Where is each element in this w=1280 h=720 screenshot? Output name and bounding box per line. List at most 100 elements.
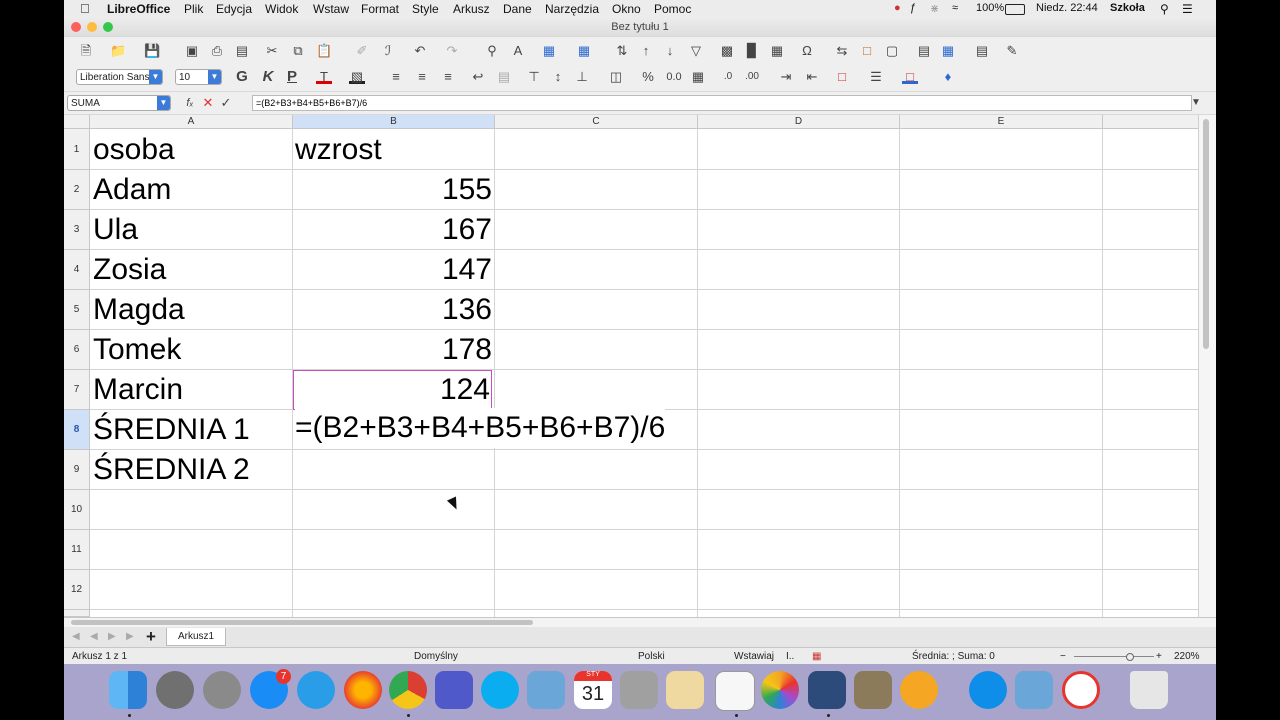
cell-a8[interactable]: ŚREDNIA 1 [93, 410, 250, 450]
expand-formula-icon[interactable]: ▼ [1188, 95, 1204, 111]
cell-b7[interactable]: 124 [293, 370, 492, 410]
row-header[interactable]: 11 [64, 530, 90, 570]
column-header-c[interactable]: C [495, 115, 698, 129]
cell-a2[interactable]: Adam [93, 170, 171, 210]
sort-icon[interactable]: ⇅ [614, 43, 630, 59]
cell-a9[interactable]: ŚREDNIA 2 [93, 450, 250, 490]
cell-a7[interactable]: Marcin [93, 370, 183, 410]
cell-a4[interactable]: Zosia [93, 250, 166, 290]
apple-icon[interactable]:  [80, 1, 90, 16]
system-preferences-icon[interactable] [156, 671, 194, 709]
italic-icon[interactable]: K [260, 69, 276, 85]
menu-plik[interactable]: Plik [184, 2, 203, 16]
preview-image-icon[interactable] [1015, 671, 1053, 709]
row-icon[interactable]: ▦ [541, 43, 557, 59]
zoom-slider-thumb[interactable] [1126, 653, 1134, 661]
row-header[interactable]: 12 [64, 570, 90, 610]
column-header-b[interactable]: B [293, 115, 495, 129]
battery-icon[interactable] [1005, 4, 1025, 15]
clock[interactable]: Niedz. 22:44 [1036, 2, 1098, 14]
save-icon[interactable]: 💾 [144, 43, 160, 59]
cell-a1[interactable]: osoba [93, 130, 175, 170]
menu-style[interactable]: Style [412, 2, 439, 16]
font-color-icon[interactable]: T [316, 69, 332, 84]
calculator-icon[interactable] [620, 671, 658, 709]
selection-mode-icon[interactable]: I.. [786, 651, 794, 662]
autofilter-icon[interactable]: ▽ [688, 43, 704, 59]
row-header[interactable]: 4 [64, 250, 90, 290]
select-all-corner[interactable] [64, 115, 90, 129]
teamviewer-icon[interactable] [969, 671, 1007, 709]
merge-cells-icon[interactable]: ▤ [496, 69, 512, 85]
new-document-icon[interactable]: 🗎 [78, 43, 94, 59]
special-character-icon[interactable]: Ω [799, 43, 815, 59]
trash-icon[interactable] [1130, 671, 1168, 709]
formula-input[interactable]: =(B2+B3+B4+B5+B6+B7)/6 [252, 95, 1192, 111]
number-format-icon[interactable]: 0.0 [666, 69, 682, 85]
row-header[interactable]: 7 [64, 370, 90, 410]
border-color-icon[interactable]: □ [902, 69, 918, 84]
clear-formatting-icon[interactable]: ℐ [380, 43, 396, 59]
sort-ascending-icon[interactable]: ↑ [638, 43, 654, 59]
menu-format[interactable]: Format [361, 2, 399, 16]
minimize-window-button[interactable] [87, 22, 97, 32]
wifi-icon[interactable]: ≈ [952, 2, 958, 14]
insert-mode[interactable]: Wstawiaj [734, 651, 774, 662]
finder-icon[interactable] [109, 671, 147, 709]
cell-b1[interactable]: wzrost [295, 130, 382, 170]
row-header[interactable]: 8 [64, 410, 90, 450]
menu-arkusz[interactable]: Arkusz [453, 2, 490, 16]
cell-b6[interactable]: 178 [293, 330, 492, 370]
script-icon[interactable]: ƒ [910, 2, 916, 14]
currency-format-icon[interactable]: ◫ [608, 69, 624, 85]
insert-image-icon[interactable]: ▩ [719, 43, 735, 59]
user-name[interactable]: Szkoła [1110, 2, 1145, 14]
menu-wstaw[interactable]: Wstaw [313, 2, 349, 16]
column-icon[interactable]: ▦ [576, 43, 592, 59]
date-format-icon[interactable]: ▦ [690, 69, 706, 85]
cancel-icon[interactable]: ✕ [200, 95, 216, 111]
row-header[interactable]: 10 [64, 490, 90, 530]
align-right-icon[interactable]: ≡ [440, 69, 456, 85]
align-bottom-icon[interactable]: ⊥ [574, 69, 590, 85]
align-center-icon[interactable]: ≡ [414, 69, 430, 85]
cell-a3[interactable]: Ula [93, 210, 138, 250]
row-header[interactable]: 5 [64, 290, 90, 330]
open-folder-icon[interactable]: 📁 [110, 43, 126, 59]
column-header-e[interactable]: E [900, 115, 1103, 129]
firefox-icon[interactable] [344, 671, 382, 709]
chevron-down-icon[interactable]: ▼ [149, 70, 162, 84]
preview-icon[interactable] [527, 671, 565, 709]
font-size-combo[interactable]: 10 ▼ [175, 69, 222, 85]
wrap-text-icon[interactable]: ↩ [470, 69, 486, 85]
chevron-down-icon[interactable]: ▼ [157, 96, 170, 110]
launchpad-icon[interactable] [203, 671, 241, 709]
vertical-scrollbar[interactable] [1198, 115, 1216, 617]
cell-a6[interactable]: Tomek [93, 330, 181, 370]
highlight-color-icon[interactable]: ▧ [349, 69, 365, 84]
safari-icon[interactable] [297, 671, 335, 709]
border-style-icon[interactable]: ☰ [868, 69, 884, 85]
zoom-window-button[interactable] [103, 22, 113, 32]
paste-icon[interactable]: 📋 [316, 43, 332, 59]
print-icon[interactable]: ⎙ [209, 43, 225, 59]
bold-icon[interactable]: G [234, 69, 250, 85]
hyperlink-icon[interactable]: ⇆ [834, 43, 850, 59]
document-modified-icon[interactable]: ▦ [812, 651, 821, 662]
print-preview-icon[interactable]: ▤ [234, 43, 250, 59]
cell-b2[interactable]: 155 [293, 170, 492, 210]
spreadsheet-grid[interactable]: A B C D E 1 2 3 4 5 6 7 8 9 10 11 12 oso… [64, 115, 1198, 617]
page-style[interactable]: Domyślny [414, 651, 458, 662]
photos-icon[interactable] [761, 671, 799, 709]
chevron-down-icon[interactable]: ▼ [208, 70, 221, 84]
horizontal-scrollbar[interactable] [64, 618, 1216, 627]
menu-dane[interactable]: Dane [503, 2, 532, 16]
copy-icon[interactable]: ⧉ [290, 43, 306, 59]
split-window-icon[interactable]: ▤ [974, 43, 990, 59]
clone-formatting-icon[interactable]: ✐ [354, 43, 370, 59]
center-vertically-icon[interactable]: ↕ [550, 69, 566, 85]
underline-icon[interactable]: P [284, 69, 300, 85]
spelling-icon[interactable]: A [510, 43, 526, 59]
font-name-combo[interactable]: Liberation Sans ▼ [76, 69, 163, 85]
next-sheet-icon[interactable]: ▶ [108, 631, 116, 642]
